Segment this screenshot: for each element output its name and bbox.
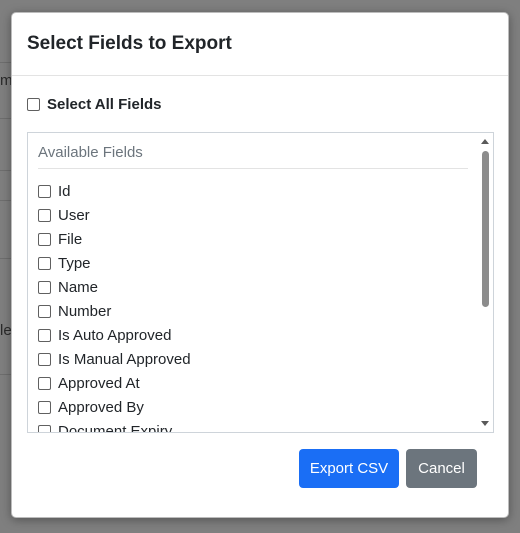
- field-checkbox[interactable]: [38, 424, 51, 432]
- background-divider: [0, 62, 11, 63]
- field-label: Is Manual Approved: [58, 350, 191, 368]
- export-fields-modal: Select Fields to Export Select All Field…: [11, 12, 509, 518]
- export-csv-button[interactable]: Export CSV: [299, 449, 399, 488]
- scroll-down-arrow-icon[interactable]: [481, 421, 489, 426]
- field-label: Document Expiry: [58, 422, 173, 433]
- field-checkbox[interactable]: [38, 304, 51, 318]
- background-divider: [0, 170, 11, 171]
- modal-title: Select Fields to Export: [27, 33, 232, 54]
- background-text-fragment: le: [0, 322, 12, 339]
- field-checkbox[interactable]: [38, 328, 51, 342]
- field-checkbox[interactable]: [38, 280, 51, 294]
- background-divider: [0, 118, 11, 119]
- background-divider: [0, 200, 11, 201]
- field-item-approved-by[interactable]: Approved By: [38, 395, 468, 419]
- cancel-button[interactable]: Cancel: [406, 449, 477, 488]
- field-checkbox[interactable]: [38, 400, 51, 414]
- field-item-number[interactable]: Number: [38, 299, 468, 323]
- field-label: Id: [58, 182, 71, 200]
- field-item-type[interactable]: Type: [38, 251, 468, 275]
- field-checkbox[interactable]: [38, 256, 51, 270]
- field-item-is-manual-approved[interactable]: Is Manual Approved: [38, 347, 468, 371]
- fields-list-box[interactable]: Available Fields Id User File Type Name …: [27, 132, 494, 433]
- field-item-is-auto-approved[interactable]: Is Auto Approved: [38, 323, 468, 347]
- field-label: User: [58, 206, 90, 224]
- select-all-label: Select All Fields: [47, 96, 162, 113]
- available-fields-header: Available Fields: [38, 133, 468, 169]
- field-label: Approved By: [58, 398, 144, 416]
- field-checkbox[interactable]: [38, 232, 51, 246]
- field-label: Type: [58, 254, 91, 272]
- field-item-document-expiry[interactable]: Document Expiry: [38, 419, 468, 433]
- field-item-id[interactable]: Id: [38, 179, 468, 203]
- field-item-approved-at[interactable]: Approved At: [38, 371, 468, 395]
- field-label: Approved At: [58, 374, 140, 392]
- field-label: Name: [58, 278, 99, 296]
- select-all-fields[interactable]: Select All Fields: [27, 96, 162, 113]
- field-label: Is Auto Approved: [58, 326, 172, 344]
- fields-list-content: Available Fields Id User File Type Name …: [38, 133, 468, 433]
- field-checkbox[interactable]: [38, 376, 51, 390]
- field-list: Id User File Type Name Number Is Auto Ap…: [38, 169, 468, 433]
- select-all-checkbox[interactable]: [27, 98, 40, 111]
- field-label: Number: [58, 302, 112, 320]
- field-checkbox[interactable]: [38, 184, 51, 198]
- field-item-name[interactable]: Name: [38, 275, 468, 299]
- scroll-up-arrow-icon[interactable]: [481, 139, 489, 144]
- list-scrollbar[interactable]: [478, 133, 493, 432]
- field-checkbox[interactable]: [38, 208, 51, 222]
- field-label: File: [58, 230, 83, 248]
- scroll-thumb[interactable]: [482, 151, 489, 307]
- field-item-user[interactable]: User: [38, 203, 468, 227]
- field-checkbox[interactable]: [38, 352, 51, 366]
- field-item-file[interactable]: File: [38, 227, 468, 251]
- background-divider: [0, 258, 11, 259]
- background-divider: [0, 374, 11, 375]
- modal-header: Select Fields to Export: [12, 13, 508, 76]
